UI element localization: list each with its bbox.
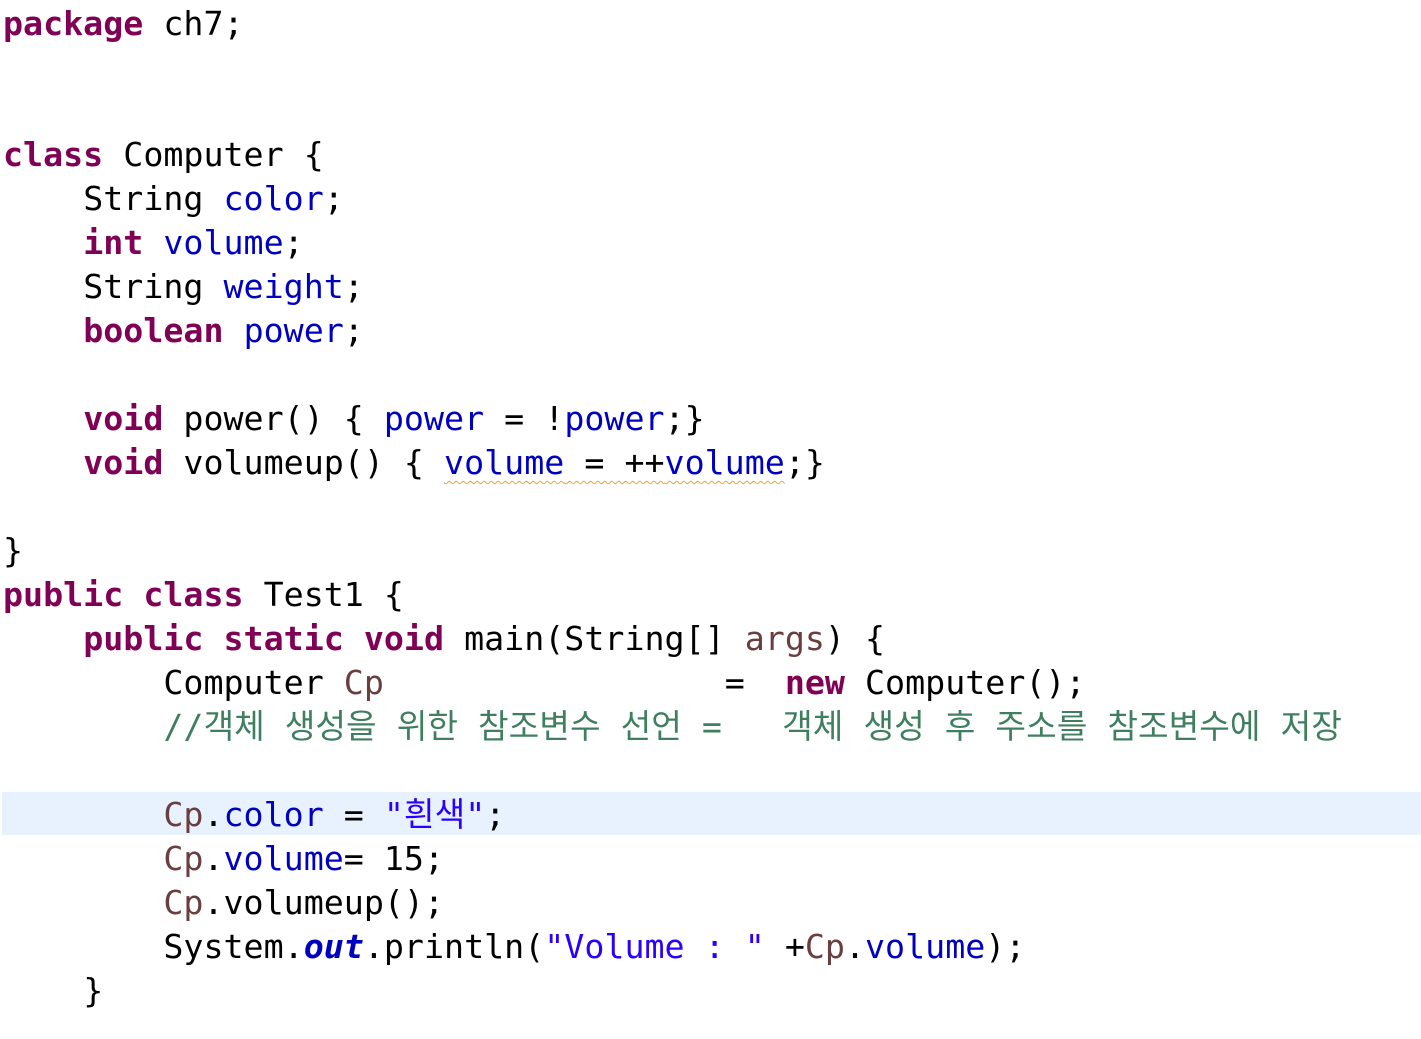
field-name: power xyxy=(383,399,485,438)
local-variable: Cp xyxy=(163,839,204,878)
code-line-8: boolean power; xyxy=(3,309,364,353)
operator: = ! xyxy=(484,399,565,438)
local-variable: Cp xyxy=(163,795,204,834)
type-name: String xyxy=(83,179,204,218)
parameter-name: args xyxy=(744,619,825,658)
code-line-13: } xyxy=(3,529,23,573)
closing-brace: } xyxy=(83,971,104,1010)
keyword: package xyxy=(3,4,144,43)
code-text: ; xyxy=(283,223,304,262)
code-line-14: public class Test1 { xyxy=(3,573,404,617)
keyword: boolean xyxy=(83,311,224,350)
method-signature: volumeup() { xyxy=(163,443,445,482)
code-text: . xyxy=(844,927,866,966)
field-name: power xyxy=(564,399,665,438)
code-line-15: public static void main(String[] args) { xyxy=(3,617,885,661)
keyword: void xyxy=(83,443,164,482)
code-line-4: class Computer { xyxy=(3,133,324,177)
operator: = ++ xyxy=(564,443,665,482)
class-declaration: Test1 { xyxy=(243,575,404,614)
keyword: static xyxy=(223,619,344,658)
code-line-16: Computer Cp = new Computer(); xyxy=(3,661,1086,705)
field-name: volume xyxy=(163,223,284,262)
code-line-23: } xyxy=(3,969,103,1013)
code-text: Computer(); xyxy=(844,663,1086,702)
keyword: new xyxy=(784,663,845,702)
field-name: volume xyxy=(444,443,565,482)
code-line-21: Cp.volumeup(); xyxy=(3,881,444,925)
static-field: out xyxy=(303,927,364,966)
code-text: ch7; xyxy=(143,4,244,43)
code-line-1: package ch7; xyxy=(3,2,244,46)
field-name: volume xyxy=(223,839,344,878)
keyword: public xyxy=(83,619,204,658)
code-line-6: int volume; xyxy=(3,221,304,265)
operator: = xyxy=(724,663,745,702)
comment: //객체 생성을 위한 참조변수 선언 = xyxy=(163,707,722,746)
code-text: ) { xyxy=(824,619,886,658)
code-line-7: String weight; xyxy=(3,265,364,309)
operator: + xyxy=(764,927,805,966)
field-name: power xyxy=(243,311,344,350)
code-text: System. xyxy=(163,927,304,966)
code-line-5: String color; xyxy=(3,177,344,221)
code-line-19: Cp.color = "흰색"; xyxy=(3,793,505,837)
operator: = xyxy=(323,795,384,834)
local-variable: Cp xyxy=(343,663,384,702)
string-literal: "흰색" xyxy=(383,795,486,834)
code-line-10: void power() { power = !power;} xyxy=(3,397,705,441)
field-name: volume xyxy=(865,927,986,966)
code-text: ; xyxy=(323,179,344,218)
type-name: String xyxy=(83,267,204,306)
code-line-22: System.out.println("Volume : " +Cp.volum… xyxy=(3,925,1025,969)
code-text: . xyxy=(203,795,224,834)
field-name: color xyxy=(223,179,324,218)
method-signature: main(String[] xyxy=(444,619,745,658)
code-text: .volumeup(); xyxy=(203,883,445,922)
code-line-20: Cp.volume= 15; xyxy=(3,837,444,881)
string-literal: "Volume : " xyxy=(544,927,765,966)
keyword: public xyxy=(3,575,124,614)
code-line-17: //객체 생성을 위한 참조변수 선언 = 객체 생성 후 주소를 참조변수에 … xyxy=(3,705,1342,749)
code-text: ; xyxy=(343,267,364,306)
field-name: volume xyxy=(664,443,785,482)
keyword: int xyxy=(83,223,144,262)
code-text: .println( xyxy=(363,927,545,966)
method-signature: power() { xyxy=(163,399,384,438)
code-text: . xyxy=(203,839,224,878)
keyword: class xyxy=(3,135,104,174)
keyword: void xyxy=(83,399,164,438)
code-line-11: void volumeup() { volume = ++volume;} xyxy=(3,441,825,485)
code-text: ;} xyxy=(664,399,705,438)
code-text: ); xyxy=(985,927,1026,966)
code-editor[interactable]: package ch7; class Computer { String col… xyxy=(0,0,1421,1039)
code-text: ; xyxy=(485,795,506,834)
comment: 객체 생성 후 주소를 참조변수에 저장 xyxy=(782,707,1342,746)
code-text: = 15; xyxy=(343,839,445,878)
code-text: ;} xyxy=(784,443,825,482)
class-declaration: Computer { xyxy=(103,135,324,174)
type-name: Computer xyxy=(163,663,324,702)
field-name: weight xyxy=(223,267,344,306)
closing-brace: } xyxy=(3,531,24,570)
field-name: color xyxy=(223,795,324,834)
keyword: void xyxy=(363,619,445,658)
local-variable: Cp xyxy=(804,927,845,966)
local-variable: Cp xyxy=(163,883,204,922)
keyword: class xyxy=(143,575,244,614)
code-text: ; xyxy=(343,311,364,350)
warning-marker[interactable]: volume = ++volume xyxy=(444,443,785,482)
